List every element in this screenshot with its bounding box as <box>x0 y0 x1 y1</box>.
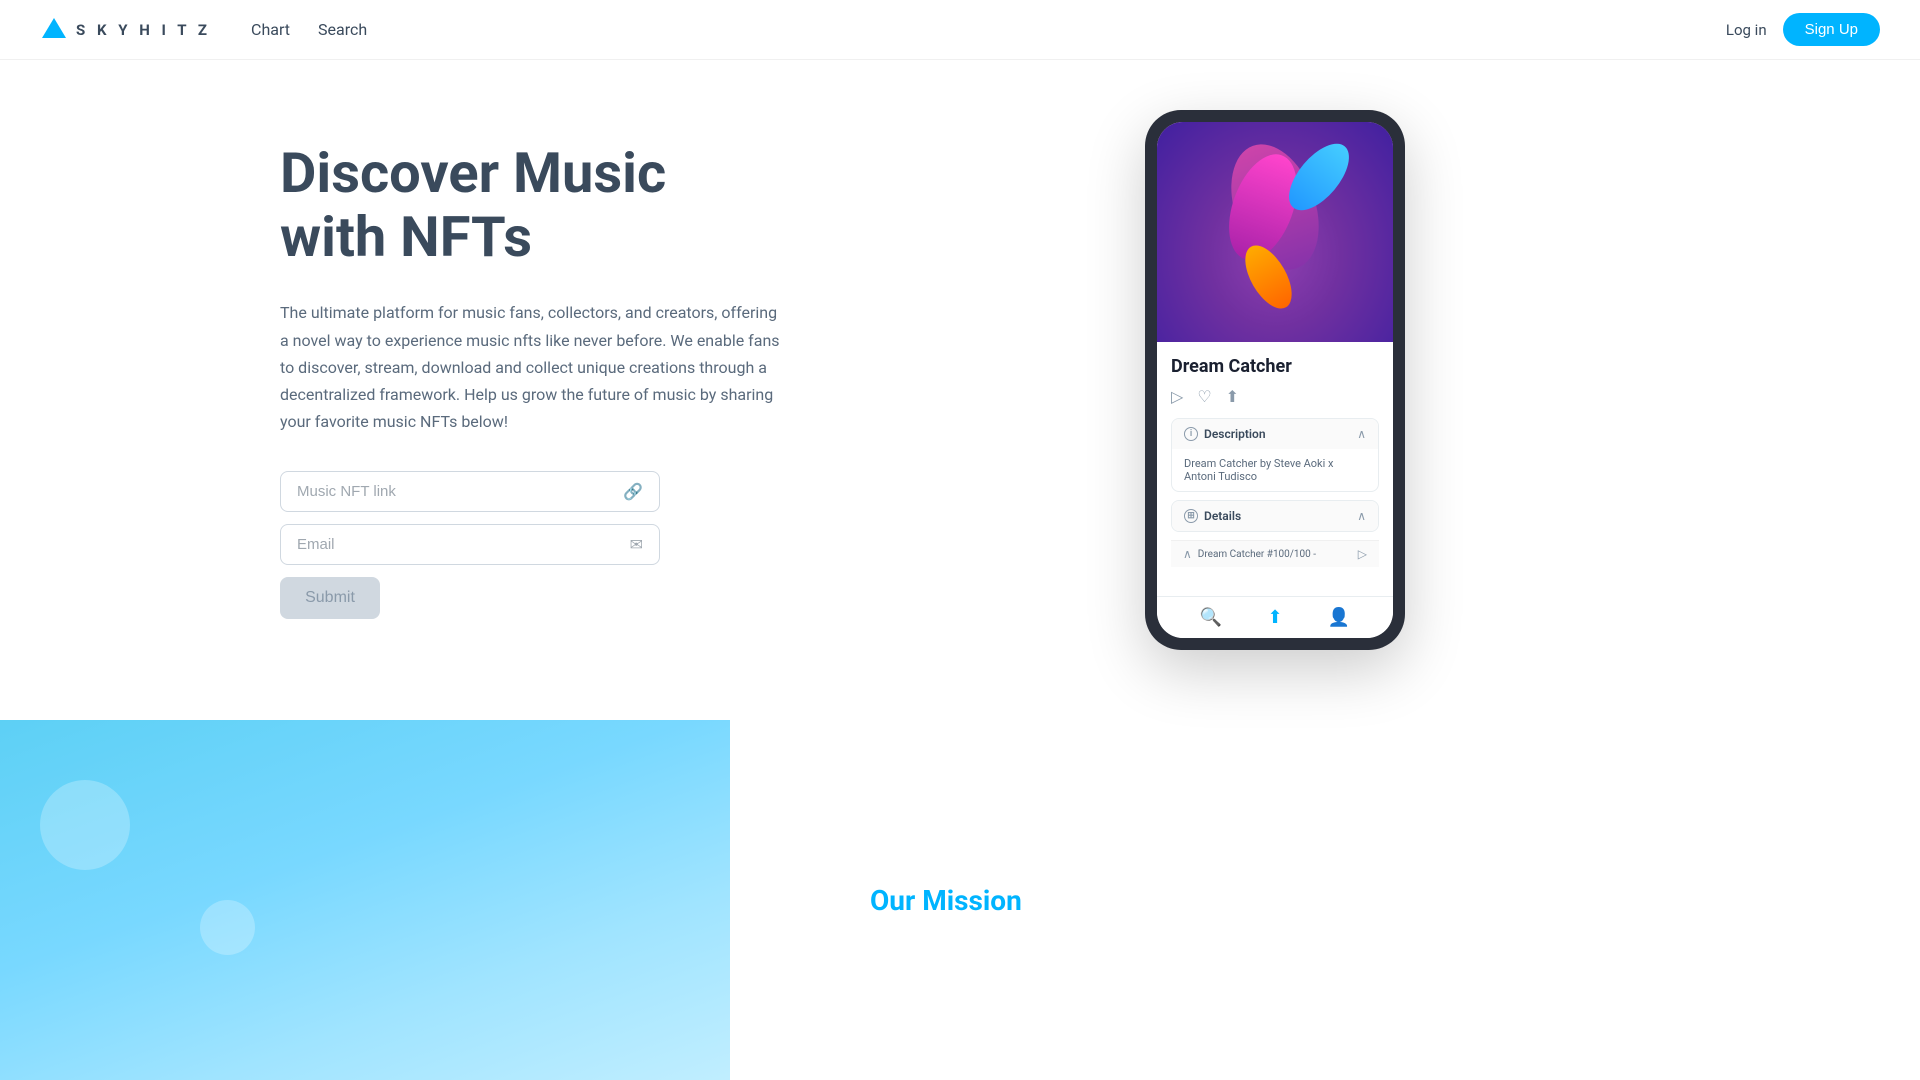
bottom-left-blue <box>0 720 730 1080</box>
bottom-right-content: Our Mission <box>730 720 1920 1080</box>
play-icon[interactable]: ▷ <box>1171 387 1183 406</box>
bottom-section: Our Mission <box>0 720 1920 1080</box>
nav-right: Log in Sign Up <box>1726 13 1880 46</box>
mission-title: Our Mission <box>870 884 1022 917</box>
footer-track-text: Dream Catcher #100/100 - <box>1198 549 1358 560</box>
nav-search[interactable]: Search <box>308 14 377 45</box>
hero-title-line2: with NFTs <box>280 204 532 270</box>
grid-icon: ⊞ <box>1184 509 1198 523</box>
phone-album-art <box>1157 122 1393 342</box>
phone-footer-strip: ∧ Dream Catcher #100/100 - ▷ <box>1171 540 1379 567</box>
nav-chart[interactable]: Chart <box>241 14 300 45</box>
orb-2 <box>200 900 255 955</box>
description-label: i Description <box>1184 427 1266 441</box>
navbar: S K Y H I T Z Chart Search Log in Sign U… <box>0 0 1920 60</box>
nft-input-wrapper: 🔗 <box>280 471 660 512</box>
orb-1 <box>40 780 130 870</box>
phone-content: Dream Catcher ▷ ♡ ⬆ i Description <box>1157 342 1393 596</box>
email-icon: ✉ <box>630 535 643 554</box>
footer-play-icon[interactable]: ▷ <box>1358 547 1367 561</box>
track-controls: ▷ ♡ ⬆ <box>1171 387 1379 406</box>
submit-button[interactable]: Submit <box>280 577 380 619</box>
hero-form: 🔗 ✉ Submit <box>280 471 660 619</box>
phone-mockup-container: Dream Catcher ▷ ♡ ⬆ i Description <box>830 110 1720 650</box>
link-icon: 🔗 <box>623 482 643 501</box>
description-content: Dream Catcher by Steve Aoki x Antoni Tud… <box>1172 449 1378 491</box>
logo-icon <box>40 16 68 44</box>
details-chevron-icon: ∧ <box>1357 509 1366 523</box>
info-icon: i <box>1184 427 1198 441</box>
expand-icon: ∧ <box>1183 547 1192 561</box>
nav-links: Chart Search <box>241 14 377 45</box>
logo-text: S K Y H I T Z <box>76 21 211 39</box>
signup-button[interactable]: Sign Up <box>1783 13 1880 46</box>
hero-title-line1: Discover Music <box>280 140 666 206</box>
email-input-wrapper: ✉ <box>280 524 660 565</box>
logo-link[interactable]: S K Y H I T Z <box>40 16 211 44</box>
share-icon[interactable]: ⬆ <box>1226 387 1239 406</box>
phone-frame: Dream Catcher ▷ ♡ ⬆ i Description <box>1145 110 1405 650</box>
details-header[interactable]: ⊞ Details ∧ <box>1172 501 1378 531</box>
description-section: i Description ∧ Dream Catcher by Steve A… <box>1171 418 1379 492</box>
description-header[interactable]: i Description ∧ <box>1172 419 1378 449</box>
profile-bottom-icon[interactable]: 👤 <box>1328 607 1350 628</box>
login-link[interactable]: Log in <box>1726 21 1767 39</box>
email-input[interactable] <box>297 536 630 553</box>
search-bottom-icon[interactable]: 🔍 <box>1200 607 1222 628</box>
details-label: ⊞ Details <box>1184 509 1241 523</box>
hero-description: The ultimate platform for music fans, co… <box>280 299 780 435</box>
hero-content: Discover Music with NFTs The ultimate pl… <box>280 141 830 620</box>
hero-section: Discover Music with NFTs The ultimate pl… <box>0 0 1920 720</box>
home-bottom-icon[interactable]: ⬆ <box>1267 607 1282 628</box>
description-chevron-icon: ∧ <box>1357 427 1366 441</box>
details-section: ⊞ Details ∧ <box>1171 500 1379 532</box>
phone-screen: Dream Catcher ▷ ♡ ⬆ i Description <box>1157 122 1393 638</box>
nft-link-input[interactable] <box>297 483 623 500</box>
phone-bottom-nav: 🔍 ⬆ 👤 <box>1157 596 1393 638</box>
flower-art <box>1157 122 1393 342</box>
heart-icon[interactable]: ♡ <box>1197 387 1211 406</box>
hero-title: Discover Music with NFTs <box>280 141 830 270</box>
track-title: Dream Catcher <box>1171 356 1379 377</box>
